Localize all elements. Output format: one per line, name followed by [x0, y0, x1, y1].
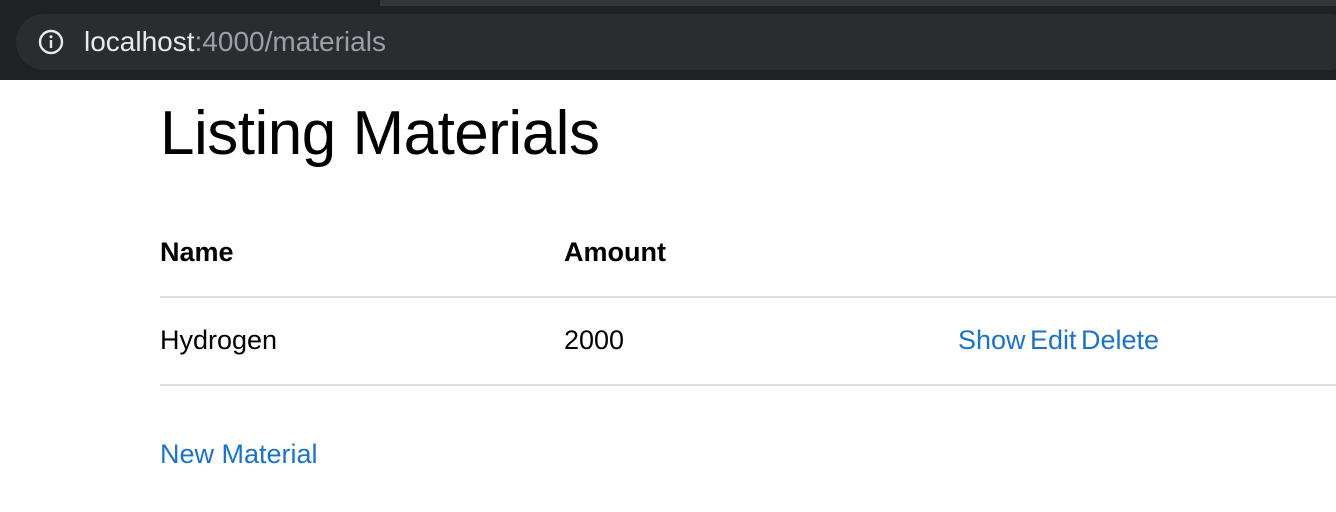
cell-name: Hydrogen [160, 325, 278, 355]
new-material-link[interactable]: New Material [160, 438, 318, 470]
browser-toolbar: localhost:4000/materials [0, 0, 1336, 80]
info-icon[interactable] [38, 29, 64, 55]
row-actions: Show Edit Delete [958, 324, 1159, 356]
table-header-divider [160, 296, 1336, 298]
column-header-name: Name [160, 237, 234, 267]
page-title: Listing Materials [160, 99, 600, 168]
table-row-divider [160, 384, 1336, 386]
column-header-amount: Amount [564, 237, 666, 267]
edit-link[interactable]: Edit [1030, 325, 1077, 355]
cell-amount: 2000 [564, 325, 625, 355]
url-path: :4000/materials [194, 26, 386, 57]
url-host: localhost [84, 26, 195, 57]
delete-link[interactable]: Delete [1081, 325, 1159, 355]
show-link[interactable]: Show [958, 325, 1026, 355]
url-text[interactable]: localhost:4000/materials [84, 23, 386, 61]
tab-strip-edge [380, 0, 1336, 6]
